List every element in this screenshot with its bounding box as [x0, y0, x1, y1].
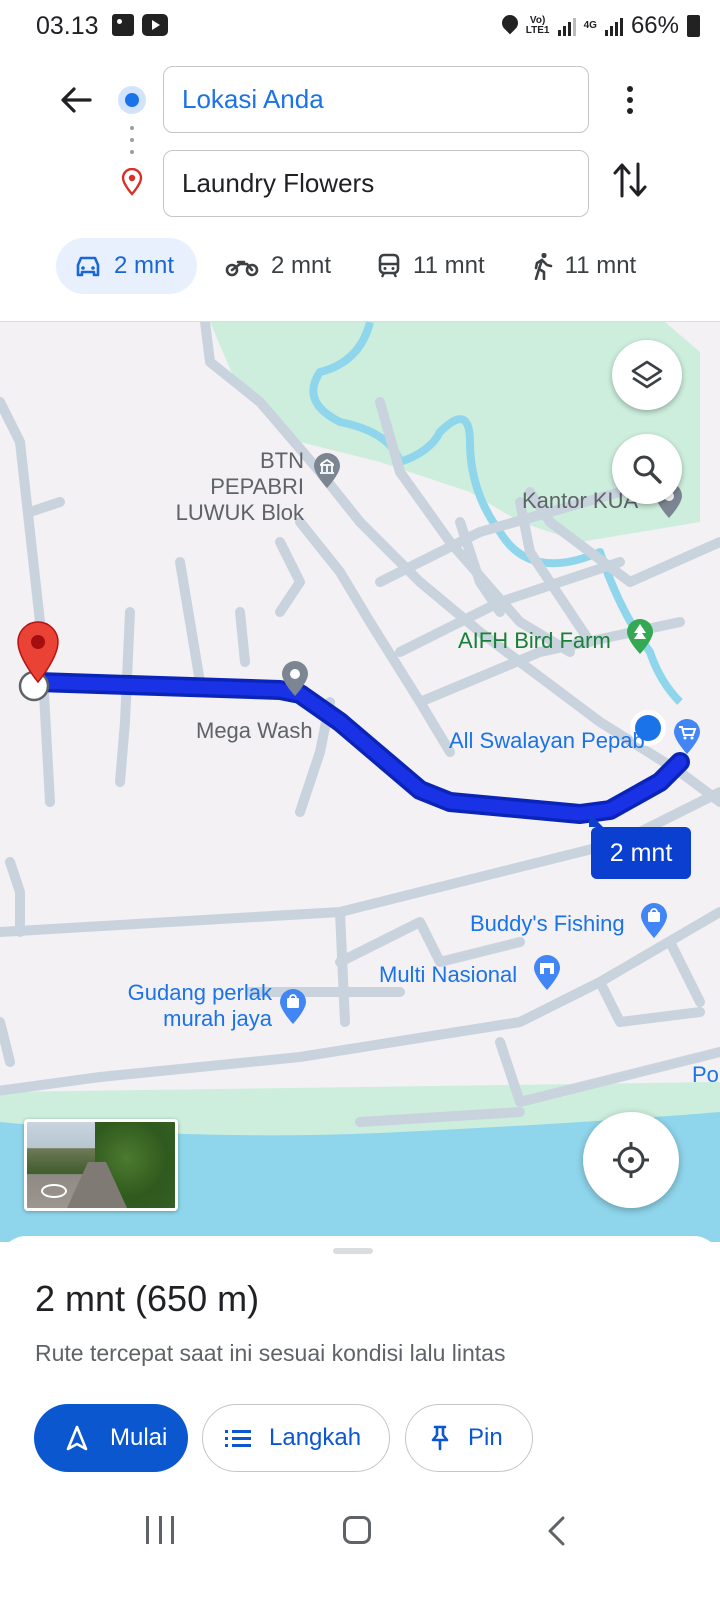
- location-icon: [502, 15, 518, 37]
- layers-icon: [631, 360, 663, 389]
- store-pin-icon: [534, 955, 560, 990]
- destination-pin-icon: [121, 168, 143, 196]
- navigation-arrow-icon: [66, 1425, 88, 1451]
- system-back-icon[interactable]: [546, 1516, 566, 1546]
- signal-icon: [557, 16, 576, 36]
- start-label: Mulai: [110, 1424, 168, 1451]
- crosshair-location-icon: [613, 1142, 649, 1178]
- landmark-pin-icon: [314, 453, 340, 488]
- battery-percent: 66%: [630, 12, 679, 39]
- signal-icon-2: [604, 16, 623, 36]
- tab-walking[interactable]: 11 mnt: [513, 238, 655, 294]
- motorcycle-icon: [225, 260, 259, 277]
- walking-time: 11 mnt: [564, 252, 637, 279]
- origin-dot-icon: [118, 86, 146, 114]
- swap-directions-icon[interactable]: [612, 160, 648, 200]
- street-view-thumbnail[interactable]: [24, 1119, 178, 1211]
- shopping-cart-pin-icon: [674, 719, 700, 754]
- travel-mode-tabs: 2 mnt 2 mnt 11 mnt 11 mnt: [56, 238, 664, 294]
- battery-icon: [687, 15, 700, 37]
- route-description: Rute tercepat saat ini sesuai kondisi la…: [35, 1340, 506, 1366]
- status-time: 03.13: [36, 12, 99, 40]
- search-icon: [633, 455, 662, 484]
- network-type: 4G: [583, 20, 597, 31]
- route-duration-badge[interactable]: 2 mnt: [589, 813, 691, 879]
- poi-edge-label: Po: [692, 1062, 719, 1087]
- layers-button[interactable]: [612, 340, 682, 410]
- route-connector-dots: [130, 126, 134, 154]
- status-bar: 03.13 Vo) LTE1 4G 66%: [0, 0, 720, 54]
- sheet-drag-handle[interactable]: [333, 1248, 373, 1254]
- poi-btn-pepabri[interactable]: BTN PEPABRI LUWUK Blok: [164, 448, 304, 526]
- directions-header: Lokasi Anda Laundry Flowers 2 mnt 2 mnt …: [0, 54, 720, 322]
- motorcycle-time: 2 mnt: [271, 252, 332, 279]
- status-indicators: Vo) LTE1 4G 66%: [502, 12, 700, 40]
- destination-input[interactable]: Laundry Flowers: [163, 150, 589, 217]
- rotate-360-icon: [41, 1184, 67, 1198]
- recent-apps-button[interactable]: [146, 1516, 174, 1544]
- my-location-button[interactable]: [583, 1112, 679, 1208]
- list-icon: [225, 1430, 251, 1447]
- steps-label: Langkah: [269, 1424, 362, 1451]
- steps-button[interactable]: Langkah: [202, 1404, 390, 1472]
- poi-gudang-perlak[interactable]: Gudang perlak murah jaya: [112, 980, 272, 1032]
- driving-time: 2 mnt: [114, 252, 175, 279]
- arrow-back-icon: [61, 87, 92, 113]
- walk-icon: [534, 252, 552, 280]
- tab-motorcycle[interactable]: 2 mnt: [207, 238, 349, 294]
- volte-indicator: Vo) LTE1: [525, 15, 550, 36]
- shopping-bag-pin-icon: [641, 903, 667, 938]
- pin-button[interactable]: Pin: [405, 1404, 533, 1472]
- home-button[interactable]: [343, 1516, 371, 1544]
- map-view[interactable]: BTN PEPABRI LUWUK Blok Kantor KUA AIFH B…: [0, 322, 720, 1242]
- poi-all-swalayan[interactable]: All Swalayan Pepab: [449, 728, 645, 754]
- tab-transit[interactable]: 11 mnt: [359, 238, 503, 294]
- gallery-notification-icon: [112, 14, 134, 36]
- system-nav-bar: [0, 1500, 720, 1600]
- pushpin-icon: [431, 1425, 449, 1451]
- pin-label: Pin: [468, 1424, 503, 1451]
- start-navigation-button[interactable]: Mulai: [34, 1404, 188, 1472]
- shopping-bag-pin-icon-2: [280, 989, 306, 1024]
- place-pin-icon: [282, 661, 308, 696]
- route-summary: 2 mnt (650 m): [35, 1278, 260, 1319]
- poi-multi-nasional[interactable]: Multi Nasional: [379, 962, 517, 988]
- tab-driving[interactable]: 2 mnt: [56, 238, 197, 294]
- youtube-notification-icon: [142, 14, 168, 36]
- search-along-route-button[interactable]: [612, 434, 682, 504]
- more-options-button[interactable]: [618, 80, 642, 120]
- notification-icons: [112, 14, 168, 36]
- transit-icon: [378, 253, 400, 278]
- route-summary-sheet: 2 mnt (650 m) Rute tercepat saat ini ses…: [0, 1236, 720, 1600]
- poi-aifh-bird-farm[interactable]: AIFH Bird Farm: [458, 628, 611, 654]
- transit-time: 11 mnt: [413, 252, 485, 279]
- origin-input[interactable]: Lokasi Anda: [163, 66, 589, 133]
- poi-buddys-fishing[interactable]: Buddy's Fishing: [470, 911, 625, 937]
- back-button[interactable]: [56, 82, 96, 118]
- car-icon: [76, 256, 100, 277]
- park-pin-icon: [627, 619, 653, 654]
- poi-mega-wash[interactable]: Mega Wash: [196, 718, 313, 744]
